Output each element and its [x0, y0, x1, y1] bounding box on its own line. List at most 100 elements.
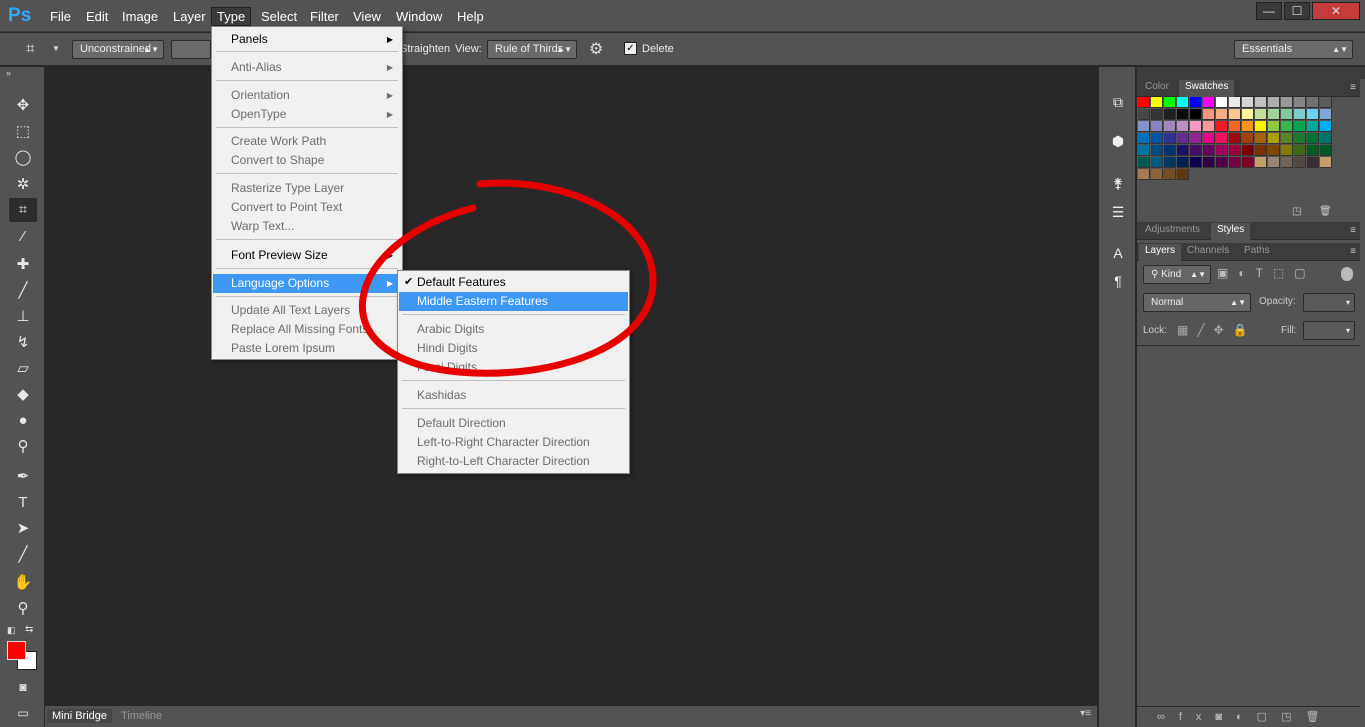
color-swatch[interactable] [1268, 157, 1280, 168]
blur-tool-icon[interactable]: ● [9, 409, 37, 433]
color-swatch[interactable] [1164, 157, 1176, 168]
color-swatch[interactable] [1216, 133, 1228, 144]
color-swatch[interactable] [1216, 97, 1228, 108]
color-swatch[interactable] [1216, 109, 1228, 120]
color-swatch[interactable] [1255, 157, 1267, 168]
color-swatch[interactable] [1138, 145, 1150, 156]
menu-type[interactable]: Type [211, 7, 252, 26]
color-swatch[interactable] [1281, 157, 1293, 168]
menu-edit[interactable]: Edit [81, 8, 113, 25]
color-swatch[interactable] [1138, 133, 1150, 144]
3d-panel-icon[interactable]: ⬢ [1108, 131, 1128, 151]
menu-item-anti-alias[interactable]: Anti-Alias ▶ [213, 58, 401, 77]
eyedropper-icon[interactable]: ⁄ [9, 225, 37, 249]
color-swatch[interactable] [1242, 157, 1254, 168]
color-swatch[interactable] [1203, 97, 1215, 108]
color-swatch[interactable] [1307, 133, 1319, 144]
color-swatch[interactable] [1164, 145, 1176, 156]
color-swatch[interactable] [1281, 109, 1293, 120]
menu-item-rtl-direction[interactable]: Right-to-Left Character Direction [399, 452, 628, 471]
gear-icon[interactable]: ⚙ [589, 39, 603, 59]
color-swatch[interactable] [1294, 121, 1306, 132]
color-swatch[interactable] [1190, 133, 1202, 144]
panel-menu-icon[interactable]: ▾≡ [1080, 708, 1091, 719]
color-swatch[interactable] [1190, 97, 1202, 108]
color-swatch[interactable] [1177, 145, 1189, 156]
color-swatch[interactable] [1151, 97, 1163, 108]
color-swatch[interactable] [1320, 145, 1332, 156]
panel-menu-icon[interactable]: ≡ [1350, 82, 1356, 93]
color-swatch[interactable] [1190, 121, 1202, 132]
color-swatch[interactable] [1307, 109, 1319, 120]
character-panel-icon[interactable]: A [1108, 243, 1128, 263]
color-swatch[interactable] [1268, 145, 1280, 156]
brush-tool-icon[interactable]: ╱ [9, 279, 37, 303]
color-swatch[interactable] [1307, 97, 1319, 108]
color-swatch[interactable] [1242, 145, 1254, 156]
color-swatch[interactable] [1294, 157, 1306, 168]
color-swatch[interactable] [1268, 109, 1280, 120]
menu-item-convert-to-shape[interactable]: Convert to Shape [213, 151, 401, 170]
eraser-tool-icon[interactable]: ▱ [9, 357, 37, 381]
collapse-icon[interactable]: » [6, 68, 11, 78]
color-swatch[interactable] [1177, 169, 1189, 180]
crop-icon[interactable]: ⌗ [26, 40, 34, 57]
view-dropdown[interactable]: Rule of Thirds ▲▼ [487, 40, 577, 59]
menu-window[interactable]: Window [391, 8, 447, 25]
color-swatch[interactable] [1216, 145, 1228, 156]
color-swatch[interactable] [1242, 133, 1254, 144]
marquee-tool-icon[interactable]: ⬚ [9, 120, 37, 144]
menu-item-opentype[interactable]: OpenType ▶ [213, 105, 401, 124]
color-swatch[interactable] [1203, 133, 1215, 144]
lasso-tool-icon[interactable]: ◯ [9, 146, 37, 170]
tab-layers[interactable]: Layers [1139, 244, 1182, 261]
minimize-button[interactable]: — [1256, 2, 1282, 20]
color-swatch[interactable] [1281, 133, 1293, 144]
tab-channels[interactable]: Channels [1181, 244, 1235, 261]
color-swatch[interactable] [1281, 121, 1293, 132]
color-swatch[interactable] [1216, 157, 1228, 168]
history-panel-icon[interactable]: ⧉ [1108, 92, 1128, 112]
dodge-tool-icon[interactable]: ⚲ [9, 435, 37, 459]
color-swatch[interactable] [1281, 97, 1293, 108]
color-swatch[interactable] [1151, 169, 1163, 180]
color-swatch[interactable] [1294, 97, 1306, 108]
color-swatch[interactable] [1294, 109, 1306, 120]
tab-paths[interactable]: Paths [1238, 244, 1276, 261]
color-swatch[interactable] [1255, 133, 1267, 144]
menu-select[interactable]: Select [256, 8, 302, 25]
menu-view[interactable]: View [348, 8, 386, 25]
color-swatch[interactable] [1190, 145, 1202, 156]
layers-list[interactable] [1137, 345, 1360, 706]
color-swatch[interactable] [1307, 145, 1319, 156]
chevron-down-icon[interactable]: ▼ [52, 44, 60, 53]
magic-wand-icon[interactable]: ✲ [9, 173, 37, 197]
color-swatch[interactable] [1229, 157, 1241, 168]
color-swatch[interactable] [1164, 97, 1176, 108]
color-swatch[interactable] [1255, 97, 1267, 108]
color-swatch[interactable] [1190, 157, 1202, 168]
menu-item-ltr-direction[interactable]: Left-to-Right Character Direction [399, 433, 628, 452]
color-swatch[interactable] [1229, 145, 1241, 156]
menu-item-panels[interactable]: Panels ▶ [213, 30, 401, 49]
straighten-label[interactable]: Straighten [400, 43, 450, 55]
ratio-dropdown[interactable]: Unconstrained ▲▼ [72, 40, 164, 59]
lock-icons[interactable]: ▦╱✥🔒 [1177, 323, 1257, 337]
color-swatch[interactable] [1229, 97, 1241, 108]
path-select-icon[interactable]: ➤ [9, 517, 37, 541]
fill-field[interactable]: ▾ [1303, 321, 1355, 340]
close-button[interactable]: ✕ [1312, 2, 1360, 20]
tab-adjustments[interactable]: Adjustments [1139, 223, 1206, 240]
color-swatch[interactable] [1203, 109, 1215, 120]
workspace-dropdown[interactable]: Essentials ▲▼ [1234, 40, 1353, 59]
color-swatch[interactable] [1138, 157, 1150, 168]
color-swatch[interactable] [1151, 109, 1163, 120]
color-swatch[interactable] [1138, 109, 1150, 120]
color-swatch[interactable] [1294, 133, 1306, 144]
color-swatch[interactable] [1320, 97, 1332, 108]
color-swatch[interactable] [1229, 109, 1241, 120]
trash-icon[interactable]: 🗑 [1319, 206, 1332, 217]
tab-mini-bridge[interactable]: Mini Bridge [47, 709, 113, 723]
tab-swatches[interactable]: Swatches [1179, 80, 1235, 97]
color-swatch[interactable] [1320, 133, 1332, 144]
